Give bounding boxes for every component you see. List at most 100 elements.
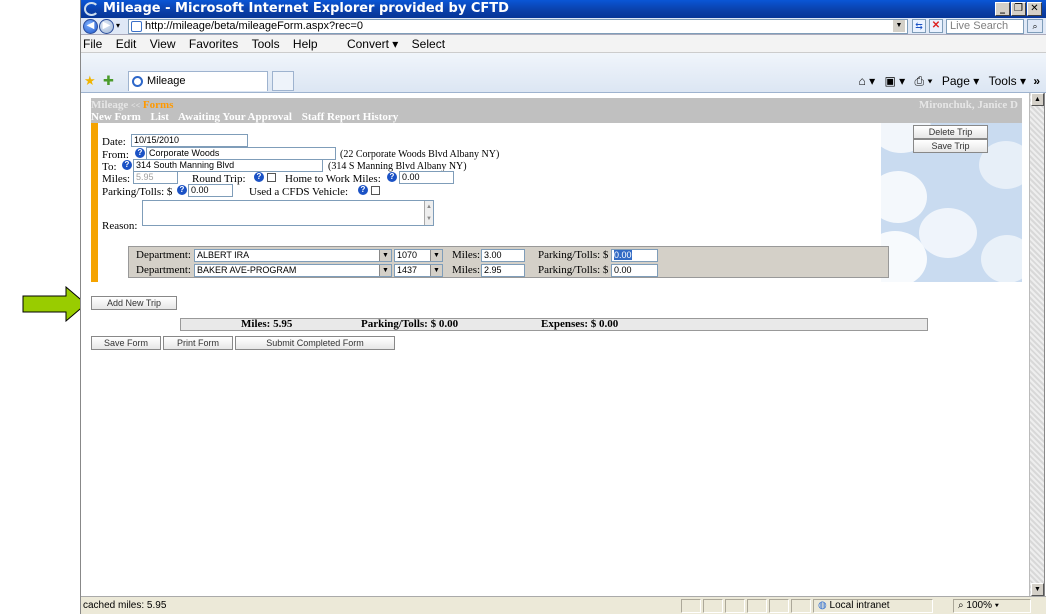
print-icon[interactable]: ⎙ ▾: [915, 74, 933, 88]
department-code-select[interactable]: 1070 ▼: [394, 249, 443, 262]
menu-file[interactable]: File: [83, 37, 102, 51]
menu-bar: File Edit View Favorites Tools Help Conv…: [81, 35, 1046, 53]
add-new-trip-button[interactable]: Add New Trip: [91, 296, 177, 310]
menu-view[interactable]: View: [150, 37, 176, 51]
totals-bar: Miles: 5.95 Parking/Tolls: $ 0.00 Expens…: [180, 318, 928, 331]
menu-convert[interactable]: Convert ▾: [347, 37, 398, 51]
dropdown-arrow-icon[interactable]: ▼: [430, 265, 442, 276]
cfds-help-icon[interactable]: ?: [358, 185, 368, 195]
zone-pane[interactable]: ◍ Local intranet: [813, 599, 933, 613]
menu-help[interactable]: Help: [293, 37, 318, 51]
breadcrumb-separator: <<: [131, 101, 141, 110]
department-select[interactable]: ALBERT IRA ▼: [194, 249, 392, 262]
department-select[interactable]: BAKER AVE-PROGRAM ▼: [194, 264, 392, 277]
department-label: Department:: [136, 249, 191, 261]
department-miles-field[interactable]: 2.95: [481, 264, 525, 277]
feeds-icon[interactable]: ▣ ▾: [884, 74, 905, 88]
breadcrumb-mileage[interactable]: Mileage: [91, 99, 128, 111]
nav-new-form[interactable]: New Form: [91, 111, 141, 123]
round-trip-checkbox[interactable]: [267, 173, 276, 182]
scroll-down-icon[interactable]: ▼: [1031, 583, 1044, 596]
new-tab-button[interactable]: [272, 71, 294, 91]
print-form-button[interactable]: Print Form: [163, 336, 233, 350]
round-trip-help-icon[interactable]: ?: [254, 172, 264, 182]
nav-staff-report-history[interactable]: Staff Report History: [302, 111, 399, 123]
department-code: 1070: [397, 250, 418, 260]
globe-icon: ◍: [818, 600, 827, 611]
minimize-button[interactable]: _: [995, 2, 1010, 16]
date-field[interactable]: 10/15/2010: [131, 134, 248, 147]
search-icon[interactable]: ⌕: [1027, 19, 1043, 33]
miles-field: 5.95: [133, 171, 178, 184]
tab-mileage[interactable]: Mileage: [128, 71, 268, 91]
maximize-button[interactable]: ❐: [1011, 2, 1026, 16]
page-menu[interactable]: Page ▾: [942, 74, 979, 88]
refresh-icon[interactable]: ⇆: [912, 19, 926, 33]
department-parking-field[interactable]: 0.00: [611, 249, 658, 262]
dropdown-arrow-icon[interactable]: ▼: [379, 265, 391, 276]
nav-list[interactable]: List: [151, 111, 169, 123]
stop-icon[interactable]: ✕: [929, 19, 943, 33]
tab-bar: ★ ✚ Mileage ⌂ ▾ ▣ ▾ ⎙ ▾ Page ▾ Tools ▾ »: [81, 53, 1046, 93]
submit-completed-form-button[interactable]: Submit Completed Form: [235, 336, 395, 350]
close-button[interactable]: ✕: [1027, 2, 1042, 16]
menu-select[interactable]: Select: [412, 37, 445, 51]
department-name: BAKER AVE-PROGRAM: [197, 265, 297, 275]
cfds-checkbox[interactable]: [371, 186, 380, 195]
save-form-button[interactable]: Save Form: [91, 336, 161, 350]
menu-edit[interactable]: Edit: [116, 37, 137, 51]
department-row: Department: BAKER AVE-PROGRAM ▼ 1437 ▼ M…: [129, 262, 890, 278]
zone-label: Local intranet: [829, 600, 890, 611]
scroll-up-icon[interactable]: ▲: [1031, 93, 1044, 106]
home-to-work-field[interactable]: 0.00: [399, 171, 454, 184]
add-favorites-icon[interactable]: ✚: [103, 73, 114, 89]
breadcrumb-forms[interactable]: Forms: [143, 99, 174, 111]
menu-tools[interactable]: Tools: [252, 37, 280, 51]
zoom-dropdown-icon[interactable]: ▾: [995, 600, 999, 611]
search-input[interactable]: Live Search: [946, 19, 1024, 34]
zoom-control[interactable]: ⌕ 100% ▾: [953, 599, 1031, 613]
save-trip-button[interactable]: Save Trip: [913, 139, 988, 153]
home-to-work-help-icon[interactable]: ?: [387, 172, 397, 182]
date-label: Date:: [102, 136, 126, 148]
total-parking: Parking/Tolls: $ 0.00: [361, 318, 459, 330]
user-name: Mironchuk, Janice D: [918, 99, 1018, 111]
dropdown-arrow-icon[interactable]: ▼: [430, 250, 442, 261]
forward-button[interactable]: ▶: [99, 19, 114, 34]
department-miles-field[interactable]: 3.00: [481, 249, 525, 262]
security-icon[interactable]: [747, 599, 767, 613]
address-bar: ◀ ▶ ▾ http://mileage/beta/mileageForm.as…: [81, 18, 1046, 35]
menu-favorites[interactable]: Favorites: [189, 37, 238, 51]
home-icon[interactable]: ⌂ ▾: [859, 74, 876, 88]
department-miles-label: Miles:: [452, 249, 481, 261]
tab-ie-icon: [132, 76, 143, 87]
delete-trip-button[interactable]: Delete Trip: [913, 125, 988, 139]
app-nav: New Form List Awaiting Your Approval Sta…: [91, 111, 405, 123]
department-parking-value: 0.00: [614, 250, 632, 260]
back-button[interactable]: ◀: [83, 19, 98, 34]
department-name: ALBERT IRA: [197, 250, 250, 260]
parking-help-icon[interactable]: ?: [177, 185, 187, 195]
url-dropdown-icon[interactable]: ▼: [893, 20, 905, 32]
department-row: Department: ALBERT IRA ▼ 1070 ▼ Miles: 3…: [129, 247, 890, 263]
parking-field[interactable]: 0.00: [188, 184, 233, 197]
department-code-select[interactable]: 1437 ▼: [394, 264, 443, 277]
history-dropdown-icon[interactable]: ▾: [116, 21, 120, 30]
tab-label: Mileage: [147, 75, 186, 87]
to-help-icon[interactable]: ?: [122, 160, 132, 170]
department-code: 1437: [397, 265, 418, 275]
reason-scrollbar[interactable]: ▲ ▼: [424, 201, 433, 225]
url-field[interactable]: http://mileage/beta/mileageForm.aspx?rec…: [128, 19, 908, 34]
chevron-more-icon[interactable]: »: [1033, 74, 1040, 88]
dropdown-arrow-icon[interactable]: ▼: [379, 250, 391, 261]
from-help-icon[interactable]: ?: [135, 148, 145, 158]
tools-menu[interactable]: Tools ▾: [989, 74, 1026, 88]
home-to-work-label: Home to Work Miles:: [285, 173, 381, 185]
cfds-label: Used a CFDS Vehicle:: [249, 186, 349, 198]
department-parking-field[interactable]: 0.00: [611, 264, 658, 277]
reason-textarea[interactable]: [142, 200, 434, 226]
page-scrollbar[interactable]: ▲ ▼: [1029, 93, 1044, 596]
favorites-star-icon[interactable]: ★: [84, 73, 96, 89]
url-text: http://mileage/beta/mileageForm.aspx?rec…: [145, 20, 363, 32]
nav-awaiting-approval[interactable]: Awaiting Your Approval: [178, 111, 292, 123]
